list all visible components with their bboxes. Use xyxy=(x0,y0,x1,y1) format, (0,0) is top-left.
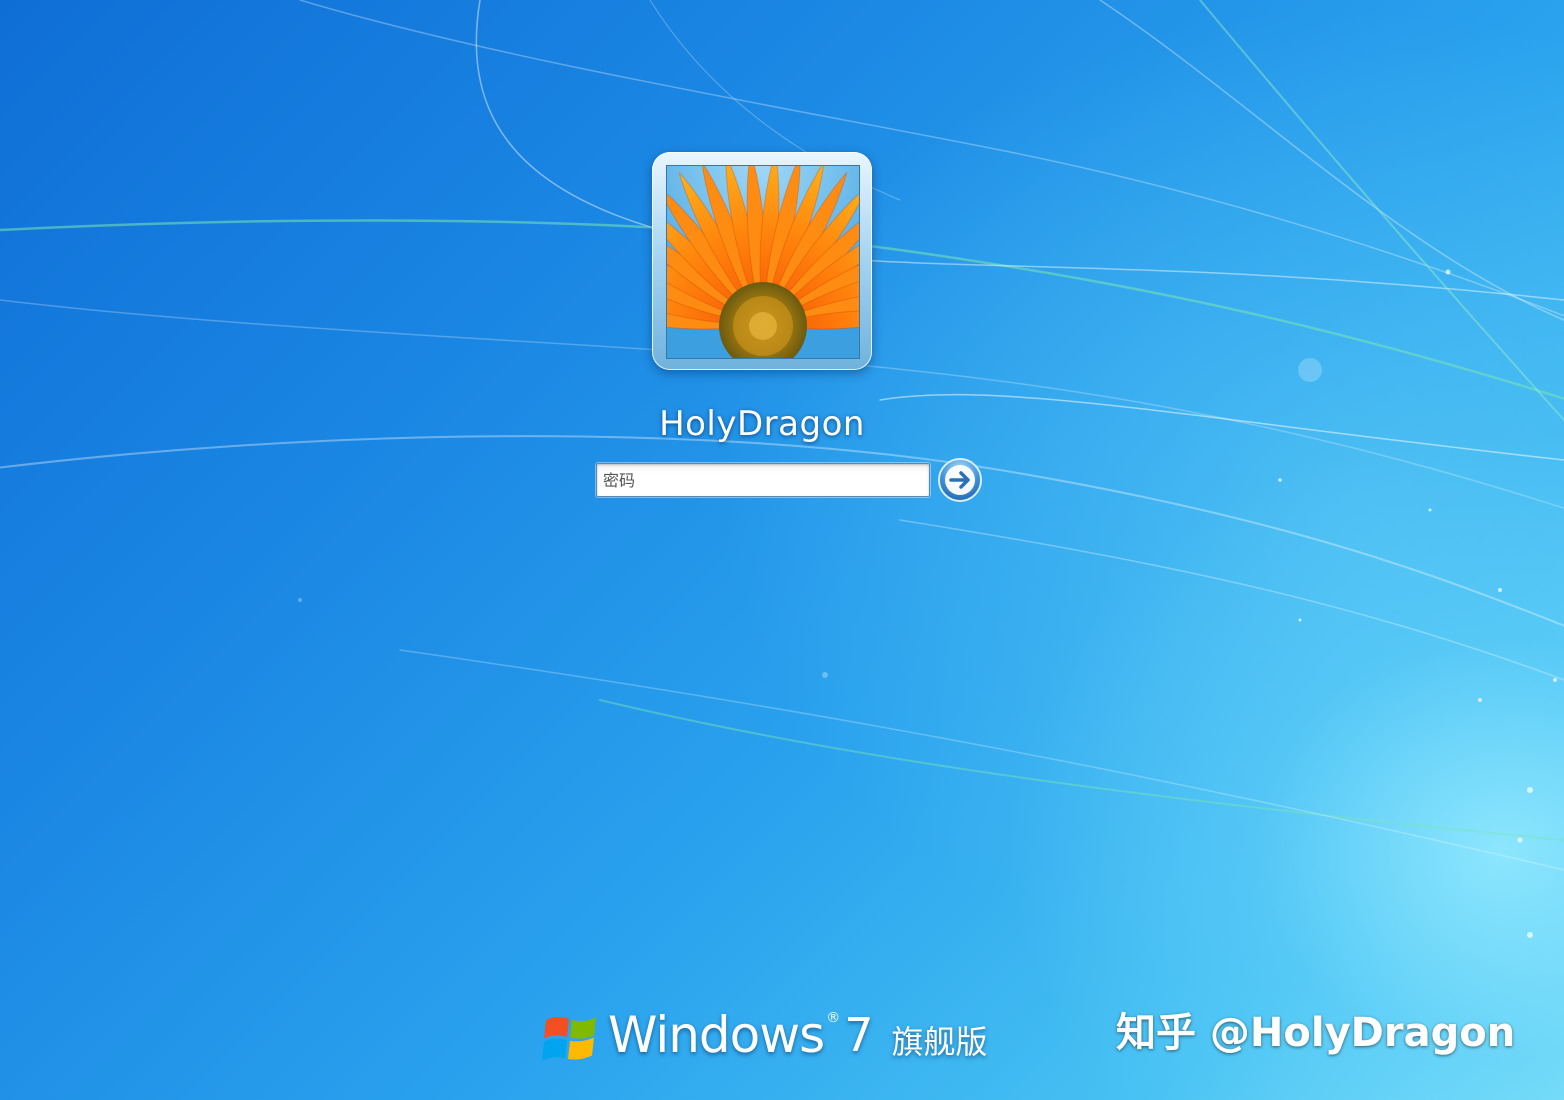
windows-version: 7 xyxy=(844,1008,874,1062)
user-avatar-frame[interactable] xyxy=(652,152,872,370)
windows-wordmark: Windows xyxy=(608,1006,825,1064)
arrow-right-icon xyxy=(938,458,982,502)
password-input[interactable] xyxy=(596,463,930,497)
login-submit-button[interactable] xyxy=(937,457,983,503)
windows-branding: Windows ® 7 旗舰版 xyxy=(540,1000,988,1070)
windows-edition: 旗舰版 xyxy=(891,1023,988,1061)
registered-mark: ® xyxy=(826,1010,841,1026)
flower-avatar xyxy=(666,165,860,359)
zhihu-watermark: 知乎 @HolyDragon xyxy=(1116,1010,1516,1056)
username-label: HolyDragon xyxy=(659,404,865,444)
windows-flag-icon xyxy=(542,1016,596,1061)
